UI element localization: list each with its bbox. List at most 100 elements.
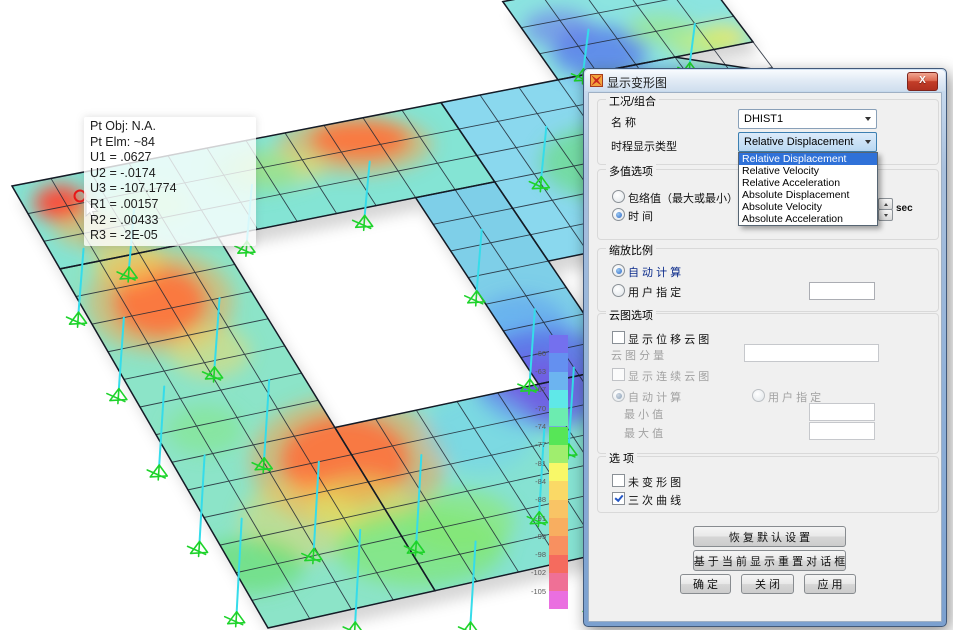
apply-button[interactable]: 应 用 — [804, 574, 856, 594]
chevron-down-icon[interactable] — [860, 133, 876, 151]
dropdown-item[interactable]: Relative Acceleration — [739, 177, 877, 189]
contour-user-radio[interactable] — [752, 389, 765, 402]
scale-group-label: 缩放比例 — [606, 242, 656, 258]
legend-tick-label: -91 — [521, 514, 546, 523]
cubic-curve-label: 三 次 曲 线 — [628, 492, 681, 508]
legend-color-segment — [549, 591, 568, 609]
tooltip-line: R1 = .00157 — [90, 197, 250, 213]
max-value-input[interactable] — [809, 422, 875, 440]
undeformed-checkbox[interactable] — [612, 474, 625, 487]
column-support-icon — [459, 622, 479, 630]
app-icon — [590, 74, 603, 87]
display-type-select[interactable]: Relative Displacement — [738, 132, 877, 152]
legend-tick-label: -95 — [521, 532, 546, 541]
dropdown-item[interactable]: Absolute Displacement — [739, 189, 877, 201]
legend-color-segment — [549, 481, 568, 499]
time-stepper — [878, 198, 891, 219]
legend-color-segment — [549, 536, 568, 554]
legend-color-segment — [549, 353, 568, 371]
legend-tick-label: -84 — [521, 477, 546, 486]
tooltip-line: U3 = -107.1774 — [90, 181, 250, 197]
continuous-contour-label: 显 示 连 续 云 图 — [628, 368, 709, 384]
close-icon[interactable]: X — [907, 72, 938, 91]
ok-button[interactable]: 确 定 — [680, 574, 731, 594]
scale-user-radio[interactable] — [612, 284, 625, 297]
contour-auto-radio[interactable] — [612, 389, 625, 402]
column-support-icon — [225, 612, 245, 627]
legend-tick-label: -105 — [521, 587, 546, 596]
stepper-down-icon[interactable] — [878, 209, 893, 221]
continuous-contour-checkbox[interactable] — [612, 368, 625, 381]
time-radio[interactable] — [612, 208, 625, 221]
legend-tick-label: -98 — [521, 550, 546, 559]
show-contour-checkbox[interactable] — [612, 331, 625, 344]
column-support-icon — [107, 389, 127, 404]
dialog-body: 工况/组合 名 称 DHIST1 时程显示类型 Relative Displac… — [588, 92, 942, 622]
dropdown-item[interactable]: Relative Velocity — [739, 165, 877, 177]
restore-defaults-button[interactable]: 恢 复 默 认 设 置 — [693, 526, 846, 547]
min-value-label: 最 小 值 — [624, 406, 663, 422]
display-type-value: Relative Displacement — [744, 136, 853, 148]
display-deformed-shape-dialog: 显示变形图 X 工况/组合 名 称 DHIST1 时程显示类型 Relative… — [583, 68, 947, 627]
min-value-input[interactable] — [809, 403, 875, 421]
legend-tick-label: -81 — [521, 459, 546, 468]
tooltip-line: U1 = .0627 — [90, 150, 250, 166]
legend-color-segment — [549, 518, 568, 536]
tooltip-line: Pt Obj: N.A. — [90, 119, 250, 135]
dialog-title: 显示变形图 — [607, 74, 667, 91]
column-support-icon — [188, 541, 208, 556]
time-unit-label: sec — [896, 203, 913, 214]
column-support-icon — [147, 465, 167, 480]
contour-group-label: 云图选项 — [606, 307, 656, 323]
legend-tick-label: -77 — [521, 440, 546, 449]
legend-tick-label: -74 — [521, 422, 546, 431]
scale-auto-radio[interactable] — [612, 264, 625, 277]
legend-tick-label: -60 — [521, 349, 546, 358]
tooltip-line: R3 = -2E-05 — [90, 228, 250, 244]
tooltip-line: U2 = -.0174 — [90, 166, 250, 182]
tooltip-line: Pt Elm: ~84 — [90, 135, 250, 151]
contour-component-label: 云 图 分 量 — [611, 347, 664, 363]
legend-color-segment — [549, 408, 568, 426]
case-name-value: DHIST1 — [744, 113, 783, 125]
options-group-label: 选 项 — [606, 450, 637, 466]
case-name-select[interactable]: DHIST1 — [738, 109, 877, 129]
contour-legend: -60-63-67-70-74-77-81-84-88-91-95-98-102… — [521, 331, 573, 617]
type-label: 时程显示类型 — [611, 138, 677, 154]
tooltip-line: R2 = .00433 — [90, 213, 250, 229]
legend-color-segment — [549, 463, 568, 481]
dropdown-item[interactable]: Absolute Velocity — [739, 201, 877, 213]
close-button[interactable]: 关 闭 — [741, 574, 794, 594]
column-support-icon — [353, 215, 373, 230]
max-value-label: 最 大 值 — [624, 425, 663, 441]
show-contour-label: 显 示 位 移 云 图 — [628, 331, 709, 347]
time-label: 时 间 — [628, 208, 653, 224]
reset-from-display-button[interactable]: 基 于 当 前 显 示 重 置 对 话 框 — [693, 550, 846, 571]
envelope-label: 包络值（最大或最小） — [628, 190, 738, 206]
scale-group: 缩放比例 — [597, 248, 939, 312]
scale-user-input[interactable] — [809, 282, 875, 300]
dialog-titlebar[interactable]: 显示变形图 X — [585, 70, 945, 91]
cubic-curve-checkbox[interactable] — [612, 492, 625, 505]
column-support-icon — [67, 312, 87, 327]
contour-component-input[interactable] — [744, 344, 879, 362]
scale-auto-label: 自 动 计 算 — [628, 264, 681, 280]
legend-tick-label: -88 — [521, 495, 546, 504]
column-support-icon — [343, 622, 363, 630]
legend-tick-label: -102 — [521, 568, 546, 577]
legend-color-segment — [549, 555, 568, 573]
name-label: 名 称 — [611, 114, 636, 130]
undeformed-label: 未 变 形 图 — [628, 474, 681, 490]
dropdown-item[interactable]: Relative Displacement — [739, 153, 877, 165]
legend-tick-label: -63 — [521, 367, 546, 376]
legend-color-segment — [549, 372, 568, 390]
legend-color-segment — [549, 445, 568, 463]
dropdown-item[interactable]: Absolute Acceleration — [739, 213, 877, 225]
legend-color-segment — [549, 427, 568, 445]
legend-tick-label: -70 — [521, 404, 546, 413]
envelope-radio[interactable] — [612, 190, 625, 203]
chevron-down-icon[interactable] — [860, 110, 876, 128]
multivalue-group-label: 多值选项 — [606, 163, 656, 179]
legend-color-segment — [549, 573, 568, 591]
case-combo-group-label: 工况/组合 — [606, 93, 659, 109]
